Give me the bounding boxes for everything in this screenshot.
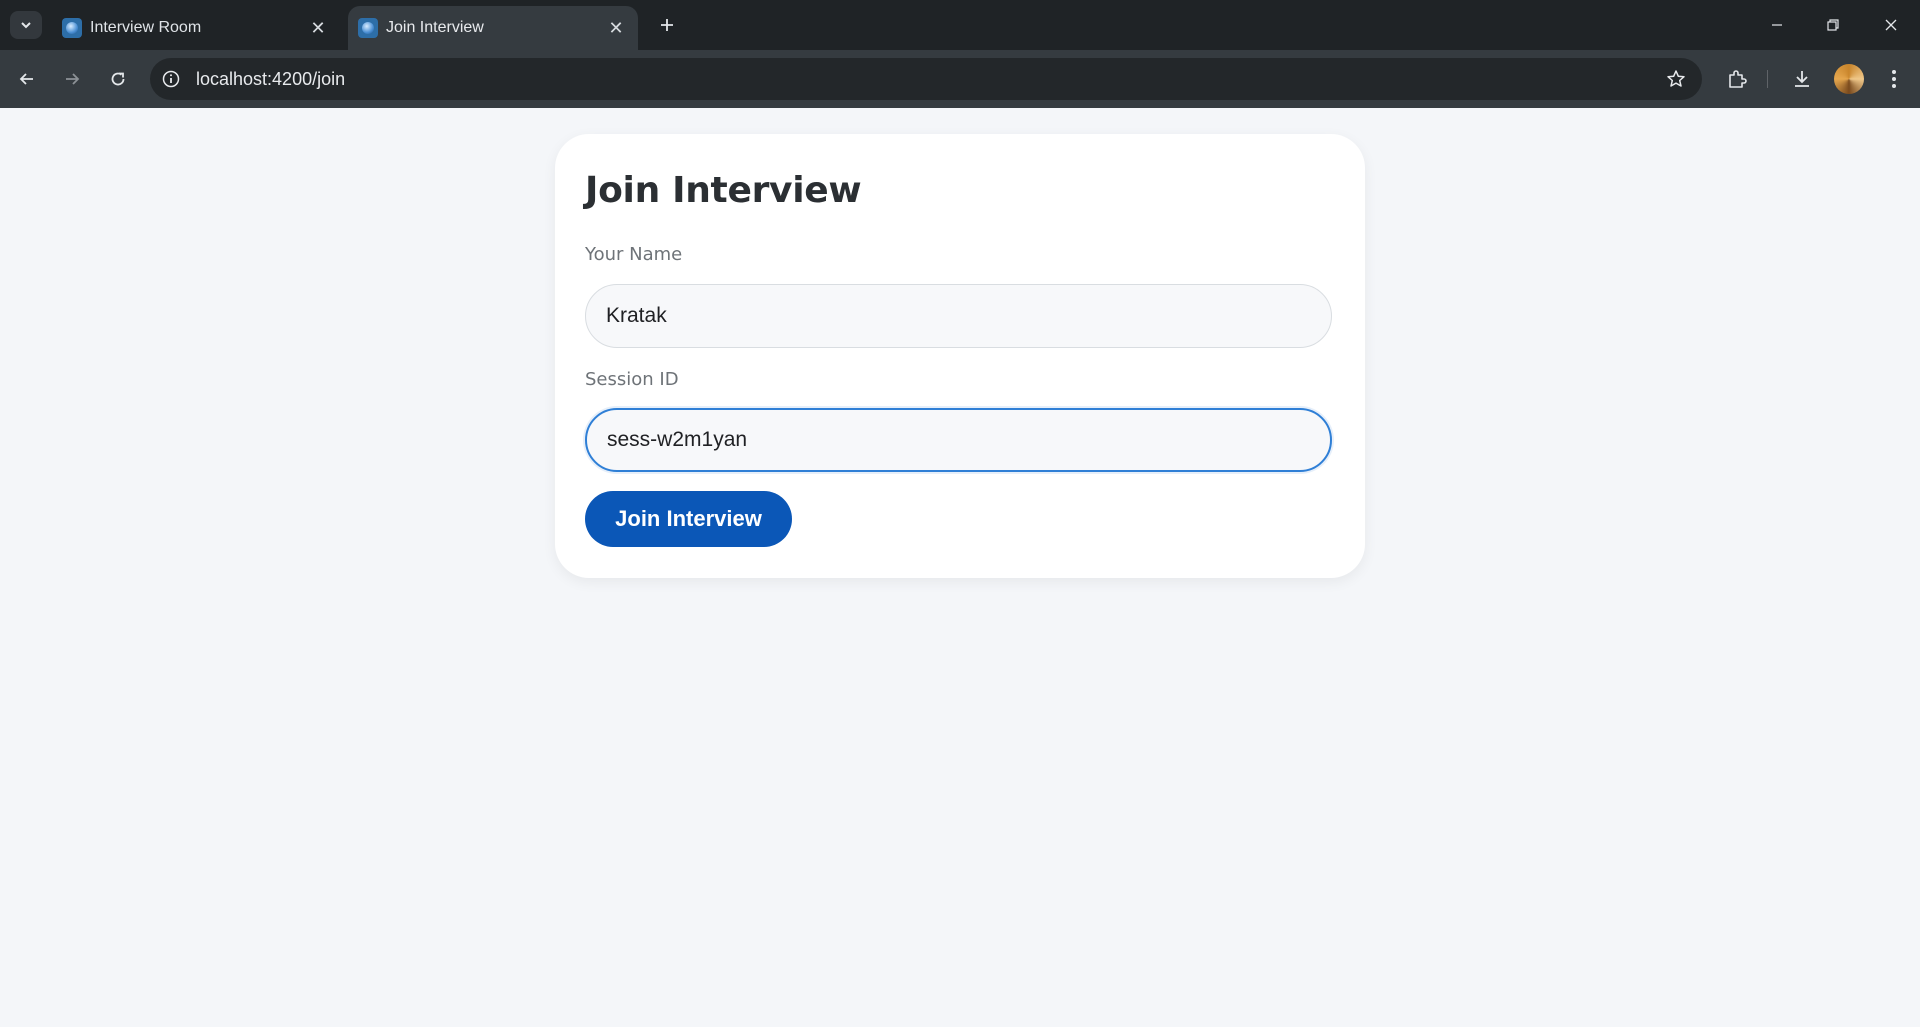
arrow-right-icon	[66, 73, 80, 85]
restore-icon	[1827, 19, 1839, 31]
session-id-input[interactable]	[585, 408, 1332, 472]
back-button[interactable]	[12, 64, 42, 94]
join-interview-card: Join Interview Your Name Session ID Join…	[555, 134, 1365, 578]
profile-avatar[interactable]	[1834, 64, 1864, 94]
close-window-button[interactable]	[1866, 6, 1916, 44]
forward-button[interactable]	[57, 64, 87, 94]
download-icon[interactable]	[1788, 65, 1816, 93]
tab-title: Join Interview	[386, 19, 484, 36]
globe-icon	[358, 18, 378, 38]
join-interview-button[interactable]: Join Interview	[585, 491, 792, 547]
restore-button[interactable]	[1808, 6, 1858, 44]
session-id-label: Session ID	[585, 369, 679, 390]
bookmark-star-icon[interactable]	[1664, 67, 1688, 91]
reload-button[interactable]	[103, 64, 133, 94]
arrow-left-icon	[19, 73, 33, 85]
extensions-icon[interactable]	[1723, 65, 1751, 93]
close-icon	[1885, 19, 1897, 31]
close-icon[interactable]: ✕	[308, 18, 328, 38]
url-text[interactable]: localhost:4200/join	[196, 69, 345, 90]
minimize-button[interactable]	[1752, 6, 1802, 44]
minimize-icon	[1772, 24, 1782, 26]
new-tab-button[interactable]	[652, 11, 682, 39]
tab-title: Interview Room	[90, 19, 202, 36]
name-input[interactable]	[585, 284, 1332, 348]
toolbar-divider	[1767, 70, 1768, 88]
name-label: Your Name	[585, 244, 683, 265]
chevron-down-icon	[21, 22, 31, 29]
browser-tabstrip: Interview Room ✕ Join Interview ✕	[0, 0, 1920, 50]
reload-icon	[111, 72, 125, 86]
tab-search-button[interactable]	[10, 11, 42, 39]
more-menu-icon[interactable]	[1880, 65, 1908, 93]
plus-icon	[661, 19, 673, 31]
page-title: Join Interview	[585, 170, 862, 211]
globe-icon	[62, 18, 82, 38]
close-icon[interactable]: ✕	[606, 18, 626, 38]
browser-toolbar: localhost:4200/join	[0, 50, 1920, 108]
tab-join-interview[interactable]: Join Interview ✕	[348, 6, 638, 50]
site-info-icon[interactable]	[160, 68, 182, 90]
address-bar[interactable]: localhost:4200/join	[150, 58, 1702, 100]
tab-interview-room[interactable]: Interview Room ✕	[52, 6, 340, 50]
